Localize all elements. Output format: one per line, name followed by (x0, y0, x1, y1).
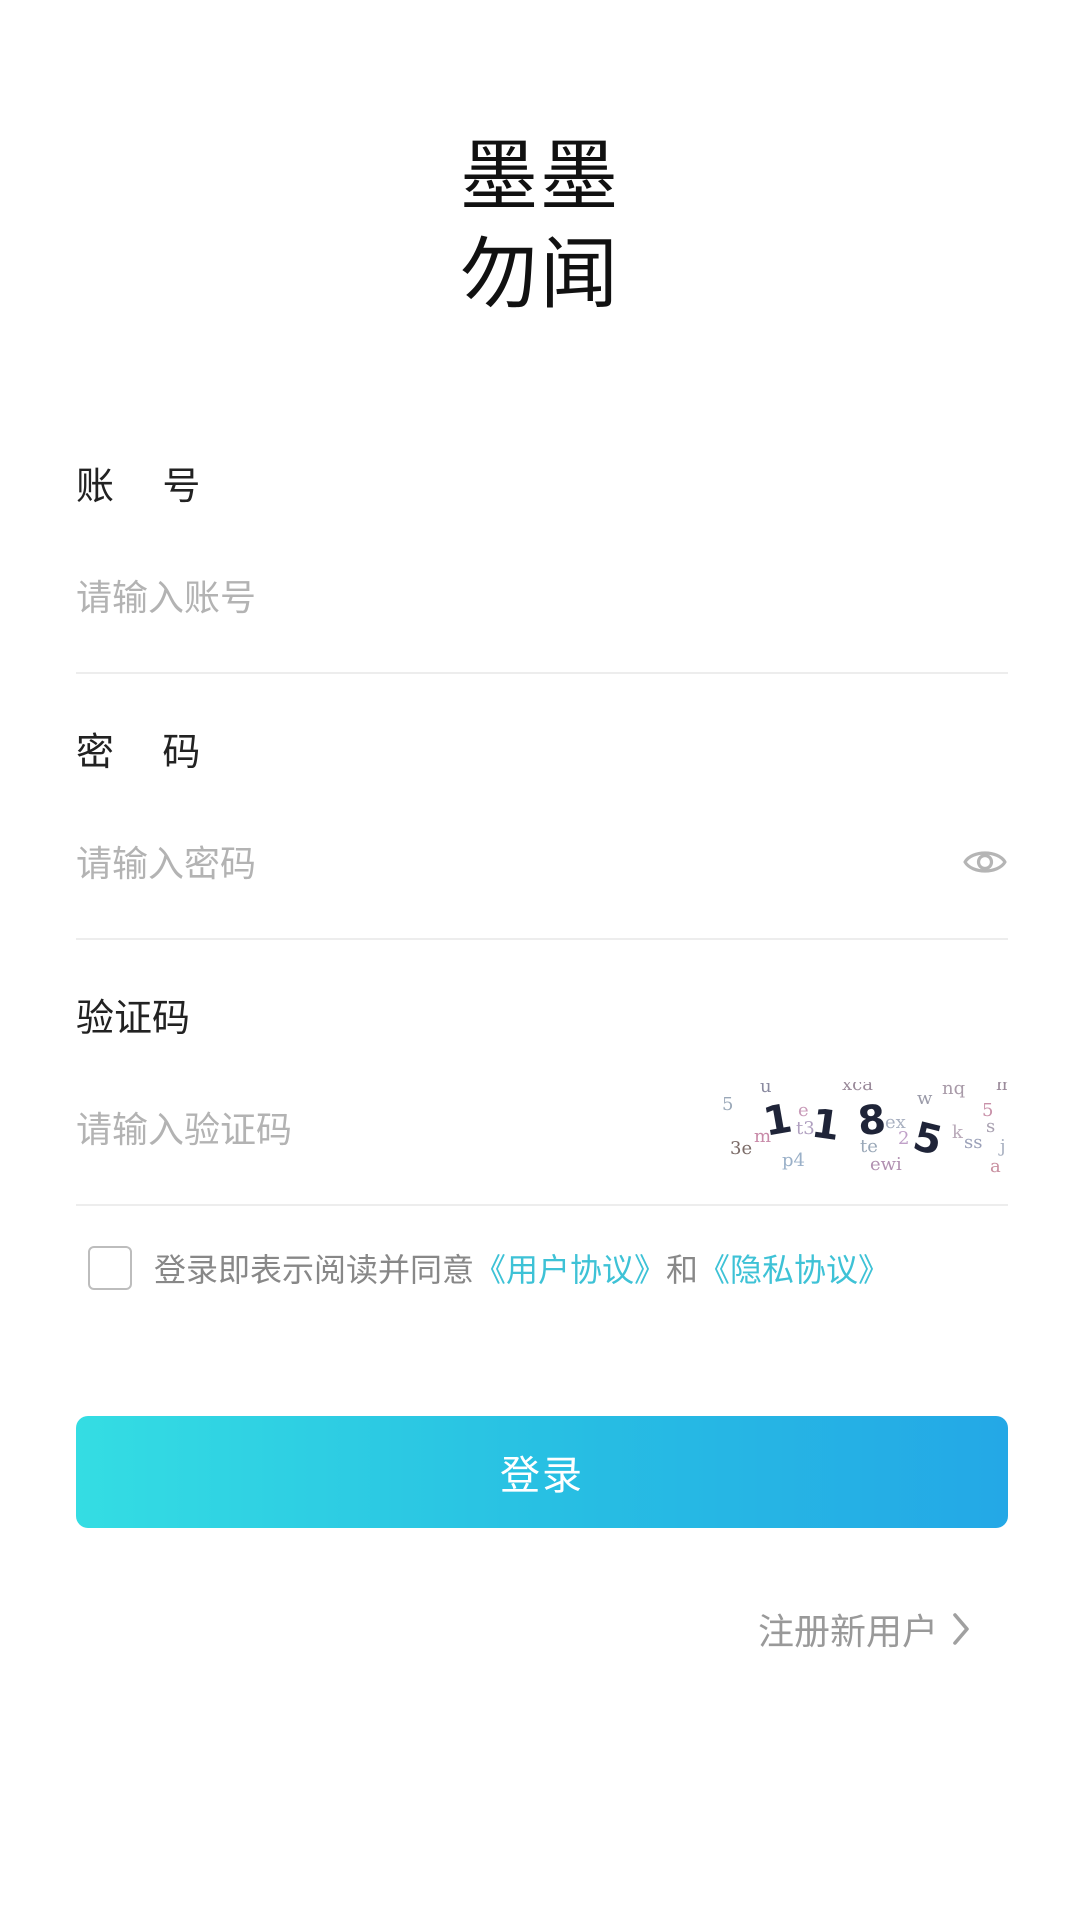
user-agreement-link[interactable]: 《用户协议》 (474, 1245, 666, 1291)
svg-text:m: m (996, 1082, 1008, 1095)
privacy-policy-link[interactable]: 《隐私协议》 (698, 1245, 890, 1291)
register-link[interactable]: 注册新用户 (758, 1604, 972, 1654)
captcha-input[interactable] (76, 1100, 676, 1160)
svg-text:3e: 3e (730, 1138, 752, 1159)
register-label: 注册新用户 (757, 1612, 938, 1653)
svg-text:s: s (986, 1116, 995, 1137)
chevron-right-icon (953, 1613, 969, 1645)
password-label: 密 码 (76, 730, 201, 774)
svg-text:p4: p4 (782, 1150, 805, 1171)
agreement-text: 登录即表示阅读并同意 (154, 1251, 475, 1289)
agreement-and-text: 和 (666, 1251, 699, 1289)
agreement-row: 登录即表示阅读并同意 《用户协议》 和 《隐私协议》 (88, 1244, 890, 1292)
svg-text:a: a (990, 1156, 1001, 1177)
svg-text:ss: ss (964, 1132, 982, 1153)
account-label: 账 号 (76, 464, 201, 508)
svg-text:5: 5 (722, 1094, 733, 1115)
svg-text:nq: nq (942, 1082, 965, 1099)
svg-text:k: k (952, 1122, 964, 1143)
captcha-image[interactable]: 5 3e m u p4 e t3 xca te ewi ex 2 w nq k … (720, 1082, 1008, 1178)
svg-text:xca: xca (842, 1082, 873, 1095)
svg-text:u: u (760, 1082, 772, 1097)
svg-text:1: 1 (809, 1101, 843, 1150)
captcha-label: 验证码 (76, 996, 191, 1040)
app-logo: 墨墨 勿闻 (460, 128, 620, 324)
logo-line-2: 勿闻 (460, 230, 621, 320)
account-input[interactable] (76, 568, 916, 628)
eye-icon[interactable] (962, 842, 1008, 882)
account-divider (76, 672, 1008, 674)
agreement-checkbox[interactable] (88, 1246, 132, 1290)
login-button[interactable]: 登录 (76, 1416, 1008, 1528)
svg-text:5: 5 (909, 1114, 947, 1165)
svg-text:j: j (998, 1136, 1006, 1157)
svg-text:w: w (917, 1088, 933, 1109)
svg-text:2: 2 (898, 1128, 909, 1149)
password-divider (76, 938, 1008, 940)
svg-text:8: 8 (856, 1096, 888, 1145)
captcha-divider (76, 1204, 1008, 1206)
password-input[interactable] (76, 834, 916, 894)
logo-line-1: 墨墨 (460, 132, 621, 222)
svg-text:ewi: ewi (870, 1154, 902, 1175)
